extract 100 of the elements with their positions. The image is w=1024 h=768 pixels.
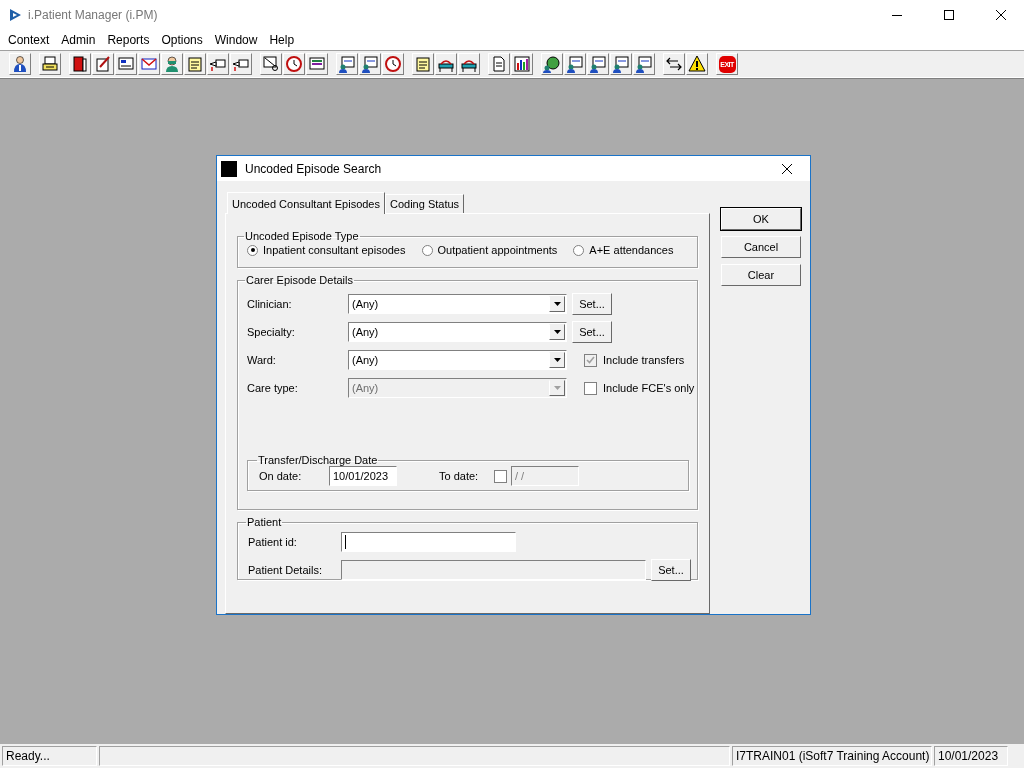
field-label: Specialty: — [247, 326, 296, 338]
date-field[interactable]: 10/01/2023 — [329, 466, 397, 486]
toolbar-button[interactable] — [260, 53, 282, 75]
toolbar-button[interactable] — [511, 53, 533, 75]
field-label: Patient id: — [248, 536, 298, 548]
input-field[interactable] — [341, 560, 646, 580]
dropdown-value: (Any) — [352, 298, 379, 310]
menu-item[interactable]: Options — [155, 33, 209, 47]
toolbar-button[interactable] — [633, 53, 655, 75]
dropdown-field[interactable]: (Any) — [348, 294, 567, 314]
toolbar-button[interactable] — [115, 53, 137, 75]
arrows-icon — [665, 55, 683, 73]
menu-item[interactable]: Context — [2, 33, 56, 47]
group-title: Patient — [246, 516, 283, 528]
screen-person-icon — [338, 55, 356, 73]
notepad-icon — [186, 55, 204, 73]
dropdown-arrow-icon — [553, 330, 561, 334]
dialog-button[interactable]: OK — [721, 208, 801, 230]
book-icon — [71, 55, 89, 73]
status-message: Ready... — [2, 746, 97, 766]
date-field[interactable]: / / — [511, 466, 579, 486]
group-title: Uncoded Episode Type — [244, 230, 360, 242]
menu-item[interactable]: Admin — [55, 33, 102, 47]
toolbar-button[interactable] — [39, 53, 61, 75]
toolbar-button[interactable] — [92, 53, 114, 75]
warning-icon — [688, 55, 706, 73]
dialog-button[interactable]: Clear — [721, 264, 801, 286]
toolbar-button[interactable] — [587, 53, 609, 75]
dropdown-field[interactable]: (Any) — [348, 350, 567, 370]
status-account: I7TRAIN01 (iSoft7 Training Account) — [732, 746, 932, 766]
screen-person-icon — [612, 55, 630, 73]
toolbar-button[interactable] — [69, 53, 91, 75]
dropdown-arrow-icon — [553, 358, 561, 362]
menu-item[interactable]: Window — [208, 33, 264, 47]
clock-icon — [285, 55, 303, 73]
radio-label: A+E attendances — [589, 244, 674, 256]
toolbar-button[interactable] — [382, 53, 404, 75]
screen-person-icon — [635, 55, 653, 73]
toolbar-button[interactable] — [564, 53, 586, 75]
clock-icon — [384, 55, 402, 73]
toolbar-button[interactable] — [541, 53, 563, 75]
doctor-icon — [163, 55, 181, 73]
radio-option[interactable]: A+E attendances — [573, 244, 674, 256]
dropdown-arrow-icon — [553, 302, 561, 306]
printer-icon — [41, 55, 59, 73]
toolbar-button[interactable] — [336, 53, 358, 75]
field-label: Patient Details: — [248, 564, 323, 576]
toolbar-button[interactable] — [9, 53, 31, 75]
person-icon — [11, 55, 29, 73]
document-icon — [490, 55, 508, 73]
dropdown-value: (Any) — [352, 326, 379, 338]
bar-chart-icon — [513, 55, 531, 73]
monitor-icon — [308, 55, 326, 73]
set-button[interactable]: Set... — [572, 293, 612, 315]
field-label: Clinician: — [247, 298, 293, 310]
toolbar-button[interactable] — [458, 53, 480, 75]
close-icon — [782, 163, 792, 174]
search-document-icon — [262, 55, 280, 73]
set-button[interactable]: Set... — [651, 559, 691, 581]
tab[interactable]: Coding Status — [385, 194, 465, 213]
checkbox-label: Include transfers — [603, 354, 685, 366]
screen-person-icon — [589, 55, 607, 73]
screen-person-icon — [566, 55, 584, 73]
menu-item[interactable]: Help — [263, 33, 301, 47]
toolbar-button[interactable] — [283, 53, 305, 75]
toolbar-button[interactable] — [663, 53, 685, 75]
app-logo-icon — [8, 8, 22, 22]
radio-button[interactable] — [421, 244, 433, 256]
radio-button[interactable] — [573, 244, 585, 256]
dialog-title: Uncoded Episode Search — [245, 161, 382, 176]
group-title: Transfer/Discharge Date — [257, 454, 379, 466]
field-label: Care type: — [247, 382, 299, 394]
minimize-icon — [892, 14, 902, 16]
field-label: On date: — [259, 470, 303, 482]
envelope-icon — [140, 55, 158, 73]
toolbar-button[interactable] — [610, 53, 632, 75]
toolbar-button[interactable] — [686, 53, 708, 75]
menu-item[interactable]: Reports — [101, 33, 156, 47]
maximize-icon — [944, 10, 954, 20]
set-button[interactable]: Set... — [572, 321, 612, 343]
input-field[interactable] — [341, 532, 516, 552]
close-icon — [996, 10, 1006, 20]
card-icon — [117, 55, 135, 73]
dropdown-arrow-icon — [553, 386, 561, 390]
notepad-icon — [414, 55, 432, 73]
toolbar-button[interactable] — [306, 53, 328, 75]
checkbox-label: Include FCE's only — [603, 382, 695, 394]
screen-person-icon — [361, 55, 379, 73]
dropdown-field[interactable]: (Any) — [348, 322, 567, 342]
toolbar-button[interactable] — [435, 53, 457, 75]
tab[interactable]: Uncoded Consultant Episodes — [227, 192, 385, 214]
field-label: Ward: — [247, 354, 277, 366]
group-title: Carer Episode Details — [245, 274, 354, 286]
check-icon — [586, 356, 595, 364]
dialog-button[interactable]: Cancel — [721, 236, 801, 258]
radio-button[interactable] — [247, 244, 258, 256]
dialog-icon — [221, 160, 237, 177]
toolbar-button[interactable] — [359, 53, 381, 75]
checkbox[interactable] — [494, 469, 507, 483]
dropdown-value: (Any) — [352, 354, 379, 366]
